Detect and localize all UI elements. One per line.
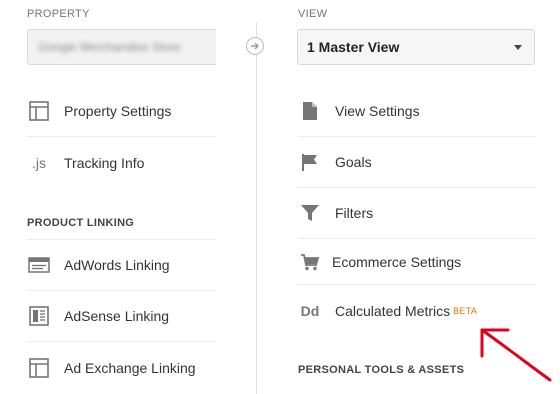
adwords-icon (27, 253, 51, 277)
section-title-product-linking: PRODUCT LINKING (27, 217, 135, 229)
filter-icon (298, 201, 322, 225)
menu-item-label: Ecommerce Settings (332, 253, 462, 270)
menu-item-tracking-info[interactable]: .js Tracking Info (27, 137, 216, 188)
menu-item-property-settings[interactable]: Property Settings (27, 86, 216, 137)
menu-item-ad-exchange-linking[interactable]: Ad Exchange Linking (27, 342, 216, 393)
menu-item-label: Goals (335, 154, 372, 170)
menu-item-adsense-linking[interactable]: AdSense Linking (27, 291, 216, 342)
adsense-icon (27, 304, 51, 328)
chevron-down-icon (514, 44, 522, 50)
document-icon (298, 99, 322, 123)
js-icon: .js (32, 154, 46, 171)
window-icon (27, 99, 51, 123)
menu-item-label: Calculated Metrics (335, 302, 451, 319)
cart-icon (298, 250, 322, 274)
section-title-personal-tools: PERSONAL TOOLS & ASSETS (298, 364, 465, 376)
menu-item-view-settings[interactable]: View Settings (298, 86, 536, 137)
menu-item-adwords-linking[interactable]: AdWords Linking (27, 240, 216, 291)
arrow-right-icon (246, 37, 264, 55)
window-icon (27, 356, 51, 380)
menu-item-goals[interactable]: Goals (298, 137, 536, 188)
property-column-label: PROPERTY (27, 8, 90, 20)
menu-item-label: Filters (335, 205, 374, 221)
menu-item-filters[interactable]: Filters (298, 188, 536, 239)
annotation-arrow-icon (480, 328, 552, 382)
view-column-label: VIEW (298, 8, 328, 20)
flag-icon (298, 150, 322, 174)
property-selector[interactable]: Google Merchandise Store (27, 29, 216, 65)
menu-item-label: AdSense Linking (64, 308, 170, 324)
dd-icon: Dd (300, 302, 320, 319)
view-selector[interactable]: 1 Master View (297, 29, 535, 65)
view-selected-value: 1 Master View (307, 39, 400, 55)
menu-item-ecommerce-settings[interactable]: Ecommerce Settings (298, 239, 536, 285)
menu-item-label: Ad Exchange Linking (64, 359, 196, 376)
menu-item-label: Property Settings (64, 103, 172, 119)
column-divider (256, 22, 257, 394)
menu-item-label: View Settings (335, 103, 420, 119)
menu-item-label: Tracking Info (64, 154, 145, 171)
property-selected-value: Google Merchandise Store (38, 40, 181, 54)
menu-item-label: AdWords Linking (64, 257, 170, 273)
